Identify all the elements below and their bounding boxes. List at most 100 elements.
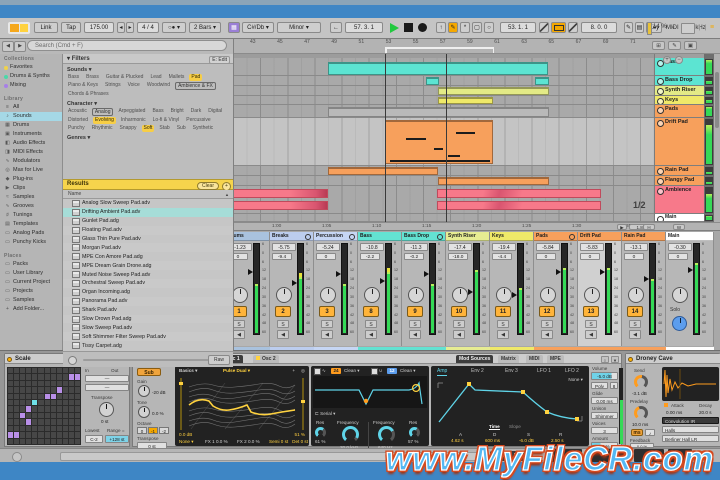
scale-grid-cell[interactable] <box>26 368 32 374</box>
env-tab-env3[interactable]: Env 3 <box>505 368 518 374</box>
scale-grid-cell[interactable] <box>68 374 74 380</box>
scale-grid-cell[interactable] <box>32 368 38 374</box>
clip-pads[interactable] <box>328 107 549 117</box>
drift-hotswap-icon[interactable]: ○ <box>601 355 609 363</box>
scale-grid-cell[interactable] <box>8 412 14 419</box>
filters-header[interactable]: ▾ Filters E: Edit <box>63 54 233 64</box>
filter-tag[interactable]: Percussive <box>184 117 212 124</box>
strip-pan-knob[interactable] <box>672 287 688 303</box>
follow-playhead-button[interactable]: ▶ <box>617 223 627 230</box>
scale-grid-cell[interactable] <box>20 368 26 374</box>
drift-wavetable-display[interactable] <box>185 375 299 431</box>
preview-headphone-icon[interactable] <box>68 356 77 365</box>
strip-solo-button[interactable]: S <box>365 320 377 328</box>
filter-tag[interactable]: Soft <box>141 125 155 132</box>
drift-tab-mod-sources[interactable]: Mod Sources <box>456 355 494 363</box>
filter-group-character[interactable]: Character ▾ <box>63 99 233 108</box>
drift-tab-mpe[interactable]: MPE <box>547 355 564 363</box>
drift-oct-minus2[interactable]: -2 <box>159 427 169 434</box>
tap-tempo-button[interactable]: Tap <box>61 22 81 33</box>
scale-grid[interactable] <box>7 367 81 445</box>
scale-grid-cell[interactable] <box>68 425 74 432</box>
add-track-plus-icon[interactable]: + <box>663 56 671 64</box>
scale-grid-cell[interactable] <box>56 400 62 406</box>
loop-start-field[interactable]: 53. 1. 1 <box>500 22 536 33</box>
scale-grid-cell[interactable] <box>20 374 26 380</box>
strip-pan-knob[interactable] <box>232 287 248 303</box>
drift-shape-mod-menu[interactable]: None ▾ <box>179 439 194 445</box>
strip-track-name[interactable]: Main <box>666 232 713 241</box>
clip-drift-pad[interactable] <box>385 120 493 164</box>
sidebar-item-tunings[interactable]: ♯ Tunings <box>0 211 62 220</box>
drift-detune-value[interactable]: Det 0 st <box>292 439 308 444</box>
stop-button[interactable] <box>404 23 413 32</box>
scale-grid-cell[interactable] <box>56 380 62 387</box>
reverb-send-knob[interactable] <box>634 375 648 389</box>
scale-grid-cell[interactable] <box>32 387 38 393</box>
strip-fader[interactable] <box>292 243 304 335</box>
scale-grid-cell[interactable] <box>50 387 56 393</box>
filter-tag[interactable]: Evolving <box>93 117 116 124</box>
lane-bass-drop[interactable] <box>233 76 654 86</box>
scale-grid-cell[interactable] <box>38 400 44 406</box>
strip-pan-knob[interactable] <box>276 287 292 303</box>
strip-volume-value[interactable]: -5.84 <box>536 243 560 251</box>
strip-pan-knob[interactable] <box>364 287 380 303</box>
sidebar-item-samples[interactable]: ▭ Samples <box>0 296 62 305</box>
strip-pan-knob[interactable] <box>584 287 600 303</box>
scale-grid-cell[interactable] <box>8 406 14 412</box>
strip-volume-value[interactable]: -10.8 <box>360 243 384 251</box>
scale-device-on-icon[interactable] <box>7 356 12 362</box>
strip-fader[interactable] <box>556 243 568 335</box>
filter-tag[interactable]: Stab <box>157 125 171 132</box>
main-cue-knob[interactable] <box>672 316 687 331</box>
sidebar-item-templates[interactable]: ▤ Templates <box>0 220 62 229</box>
track-fold-icon[interactable] <box>657 120 664 127</box>
scale-grid-cell[interactable] <box>32 419 38 425</box>
scale-grid-cell[interactable] <box>8 368 14 374</box>
scale-grid-cell[interactable] <box>74 406 80 412</box>
scale-grid-cell[interactable] <box>44 368 50 374</box>
scale-grid-cell[interactable] <box>62 400 68 406</box>
scale-grid-cell[interactable] <box>20 425 26 432</box>
drift-semi-value[interactable]: Semi 0 st <box>269 439 288 444</box>
drift-osc-zoom-icon[interactable]: + <box>292 368 295 373</box>
scale-grid-cell[interactable] <box>56 393 62 400</box>
track-header-bass-drop[interactable]: Bass Drop <box>655 76 705 86</box>
scale-grid-cell[interactable] <box>74 400 80 406</box>
strip-activator-button[interactable]: ◀ <box>409 330 421 339</box>
strip-pan-value[interactable]: -2.2 <box>360 253 380 260</box>
strip-fader[interactable] <box>644 243 656 335</box>
scale-grid-cell[interactable] <box>32 432 38 438</box>
cpu-menu-arrow-icon[interactable]: ▾ <box>672 25 675 31</box>
strip-track-number[interactable]: 10 <box>451 306 467 317</box>
strip-volume-value[interactable]: -13.1 <box>624 243 648 251</box>
scale-grid-cell[interactable] <box>38 425 44 432</box>
scale-grid-cell[interactable] <box>14 374 20 380</box>
scale-name-menu[interactable]: Minor ▾ <box>277 22 321 33</box>
scale-grid-cell[interactable] <box>14 387 20 393</box>
scale-grid-cell[interactable] <box>38 412 44 419</box>
clip-bass[interactable] <box>328 62 548 75</box>
filter-tag[interactable]: Brass <box>84 74 101 81</box>
strip-solo-button[interactable]: S <box>585 320 597 328</box>
scale-grid-cell[interactable] <box>62 380 68 387</box>
scale-grid-cell[interactable] <box>26 432 32 438</box>
record-button[interactable] <box>418 23 427 32</box>
strip-solo-button[interactable]: S <box>409 320 421 328</box>
scale-grid-cell[interactable] <box>26 406 32 412</box>
strip-fold-icon[interactable] <box>437 234 443 240</box>
scale-grid-cell[interactable] <box>56 438 62 444</box>
strip-fader-handle[interactable] <box>424 271 429 278</box>
sidebar-item-plug-ins[interactable]: ◆ Plug-ins <box>0 175 62 184</box>
strip-fader-handle[interactable] <box>248 268 253 275</box>
scale-grid-cell[interactable] <box>44 432 50 438</box>
scale-grid-cell[interactable] <box>38 374 44 380</box>
drift-fx2-value[interactable]: FX 2 0.0 % <box>237 439 260 444</box>
filter1-freq-knob[interactable] <box>342 426 359 443</box>
track-fold-icon[interactable] <box>657 88 664 95</box>
strip-pan-knob[interactable] <box>320 287 336 303</box>
scale-grid-cell[interactable] <box>68 432 74 438</box>
list-item[interactable]: MPE Con Amore Pad.adg <box>63 252 233 262</box>
scale-grid-cell[interactable] <box>26 393 32 400</box>
